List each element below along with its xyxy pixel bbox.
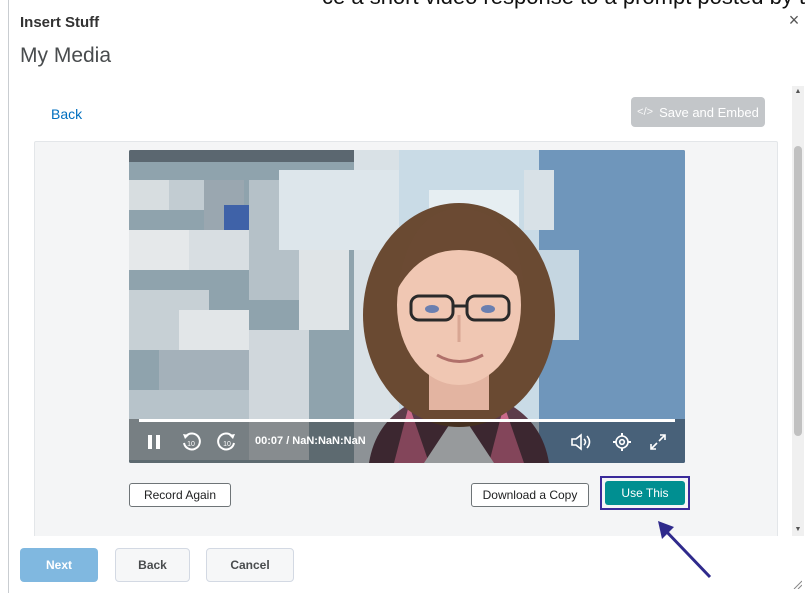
scroll-thumb[interactable] xyxy=(794,146,802,436)
rewind-10-icon: 10 xyxy=(183,432,201,451)
annotation-arrow-icon xyxy=(658,521,712,579)
dialog-title: Insert Stuff xyxy=(20,14,100,31)
video-player[interactable]: 10 10 00:07 / NaN:NaN:NaN xyxy=(129,150,685,463)
scroll-down-arrow-icon[interactable]: ▼ xyxy=(792,524,804,536)
back-link[interactable]: Back xyxy=(51,106,82,122)
cancel-button[interactable]: Cancel xyxy=(206,548,294,582)
settings-button[interactable] xyxy=(611,431,633,453)
forward-10-button[interactable]: 10 xyxy=(215,431,239,453)
use-this-button[interactable]: Use This xyxy=(605,481,685,505)
vertical-scrollbar[interactable]: ▲ ▼ xyxy=(792,86,804,536)
fullscreen-icon xyxy=(650,434,666,450)
volume-icon xyxy=(571,433,591,451)
player-controls: 10 10 00:07 / NaN:NaN:NaN xyxy=(129,419,685,463)
fullscreen-button[interactable] xyxy=(647,431,669,453)
pause-button[interactable] xyxy=(143,431,165,453)
top-cropped-text: ce a short video response to a prompt po… xyxy=(0,0,806,10)
volume-button[interactable] xyxy=(569,431,595,453)
page-title: My Media xyxy=(20,44,112,67)
rewind-10-button[interactable]: 10 xyxy=(179,431,203,453)
resize-grip-icon[interactable] xyxy=(792,579,802,589)
save-and-embed-label: Save and Embed xyxy=(659,104,759,120)
time-display: 00:07 / NaN:NaN:NaN xyxy=(255,435,366,447)
forward-10-icon: 10 xyxy=(217,432,235,451)
progress-bar[interactable] xyxy=(139,419,675,422)
progress-fill xyxy=(139,419,675,422)
video-frame-image xyxy=(129,150,685,463)
footer-back-button[interactable]: Back xyxy=(115,548,190,582)
code-icon: </> xyxy=(637,106,654,118)
save-and-embed-button[interactable]: </> Save and Embed xyxy=(631,97,765,127)
settings-gear-icon xyxy=(613,433,631,451)
use-this-highlight: Use This xyxy=(600,476,690,510)
dialog-content: Back </> Save and Embed 10 10 00:07 / Na… xyxy=(10,86,790,536)
svg-text:10: 10 xyxy=(223,441,231,448)
dialog-left-border xyxy=(8,0,9,593)
download-copy-button[interactable]: Download a Copy xyxy=(471,483,589,507)
next-button[interactable]: Next xyxy=(20,548,98,582)
close-icon[interactable]: × xyxy=(789,10,800,30)
record-again-button[interactable]: Record Again xyxy=(129,483,231,507)
top-cut-text: ce a short video response to a prompt po… xyxy=(322,0,806,10)
close-button[interactable]: × xyxy=(786,10,802,30)
svg-text:10: 10 xyxy=(187,441,195,448)
media-panel: 10 10 00:07 / NaN:NaN:NaN Record Again D… xyxy=(34,141,778,536)
scroll-up-arrow-icon[interactable]: ▲ xyxy=(792,86,804,98)
pause-icon xyxy=(148,435,160,449)
